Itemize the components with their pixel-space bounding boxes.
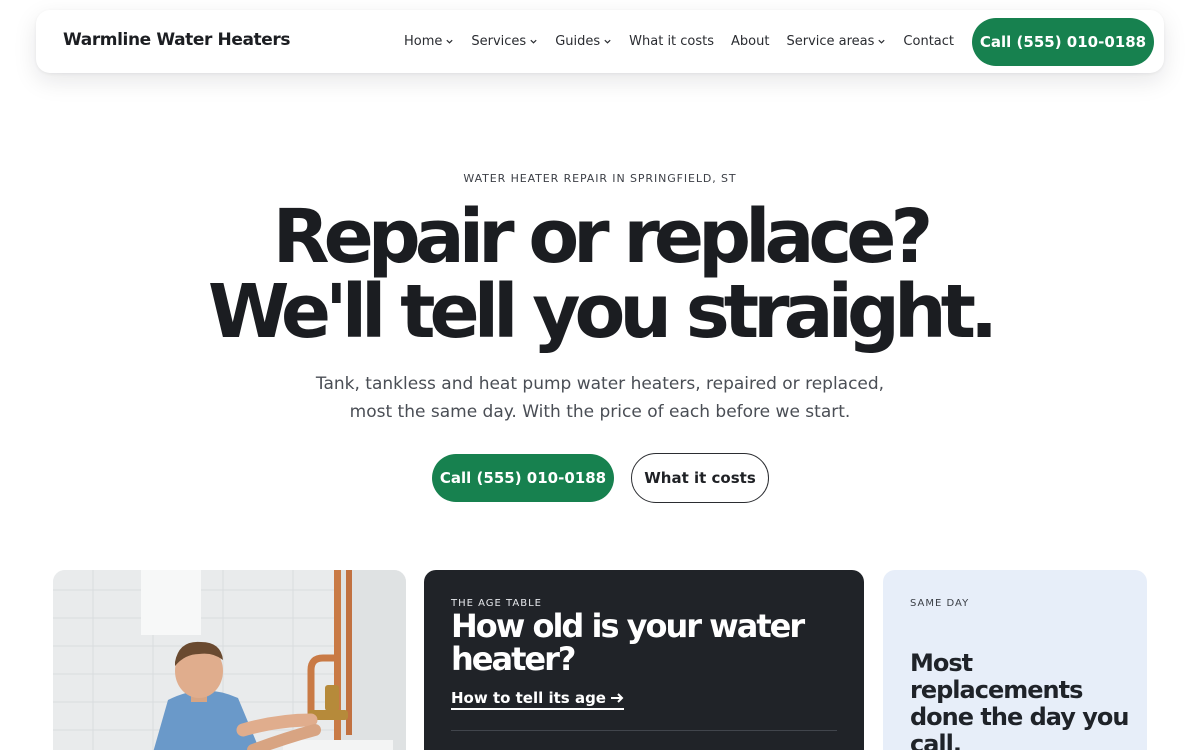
chevron-down-icon	[446, 39, 453, 44]
age-card-title: How old is your water heater?	[451, 607, 805, 678]
header-call-button[interactable]: Call (555) 010-0188	[972, 18, 1154, 66]
nav-item-label: Guides	[555, 34, 601, 49]
nav-item-label: About	[731, 34, 770, 49]
technician-photo	[53, 570, 406, 750]
nav-item-label: What it costs	[629, 34, 715, 49]
hero-headline-line-2: We'll tell you straight.	[207, 269, 998, 355]
nav-item-home[interactable]: Home	[404, 34, 454, 49]
brand-logo[interactable]: Warmline Water Heaters	[63, 30, 290, 50]
chevron-down-icon	[878, 39, 886, 44]
nav-item-label: Contact	[903, 34, 954, 49]
nav-item-guides[interactable]: Guides	[555, 34, 612, 49]
same-day-eyebrow: SAME DAY	[910, 598, 970, 609]
nav-item-label: Service areas	[786, 34, 875, 49]
nav-item-services[interactable]: Services	[471, 34, 538, 49]
age-table-card: THE AGE TABLE How old is your water heat…	[424, 570, 864, 750]
arrow-right-icon	[610, 693, 624, 703]
chevron-down-icon	[604, 39, 611, 44]
age-card-link-label: How to tell its age	[451, 689, 606, 707]
same-day-title: Most replacements done the day you call.	[910, 649, 1129, 750]
hero-costs-button[interactable]: What it costs	[631, 453, 769, 503]
age-card-divider	[451, 730, 837, 731]
nav-item-contact[interactable]: Contact	[903, 34, 954, 49]
same-day-card: SAME DAY Most replacements done the day …	[883, 570, 1147, 750]
main-menu: Home Services Guides What it costs About…	[404, 10, 954, 73]
age-card-link[interactable]: How to tell its age	[451, 689, 624, 710]
nav-item-label: Home	[403, 34, 443, 49]
hero-subtitle: Tank, tankless and heat pump water heate…	[315, 374, 885, 422]
nav-item-label: Services	[471, 34, 527, 49]
nav-item-about[interactable]: About	[731, 34, 769, 49]
nav-item-service-areas[interactable]: Service areas	[786, 34, 886, 49]
chevron-down-icon	[530, 39, 537, 44]
hero-headline-line-1: Repair or replace?	[272, 194, 934, 280]
nav-item-what-it-costs[interactable]: What it costs	[629, 34, 714, 49]
site-header: Warmline Water Heaters Home Services Gui…	[36, 10, 1164, 73]
hero-call-button[interactable]: Call (555) 010-0188	[432, 454, 614, 502]
hero-eyebrow: WATER HEATER REPAIR IN SPRINGFIELD, ST	[463, 172, 737, 185]
technician-illustration	[53, 570, 406, 750]
hero-headline: Repair or replace? We'll tell you straig…	[0, 200, 1200, 350]
